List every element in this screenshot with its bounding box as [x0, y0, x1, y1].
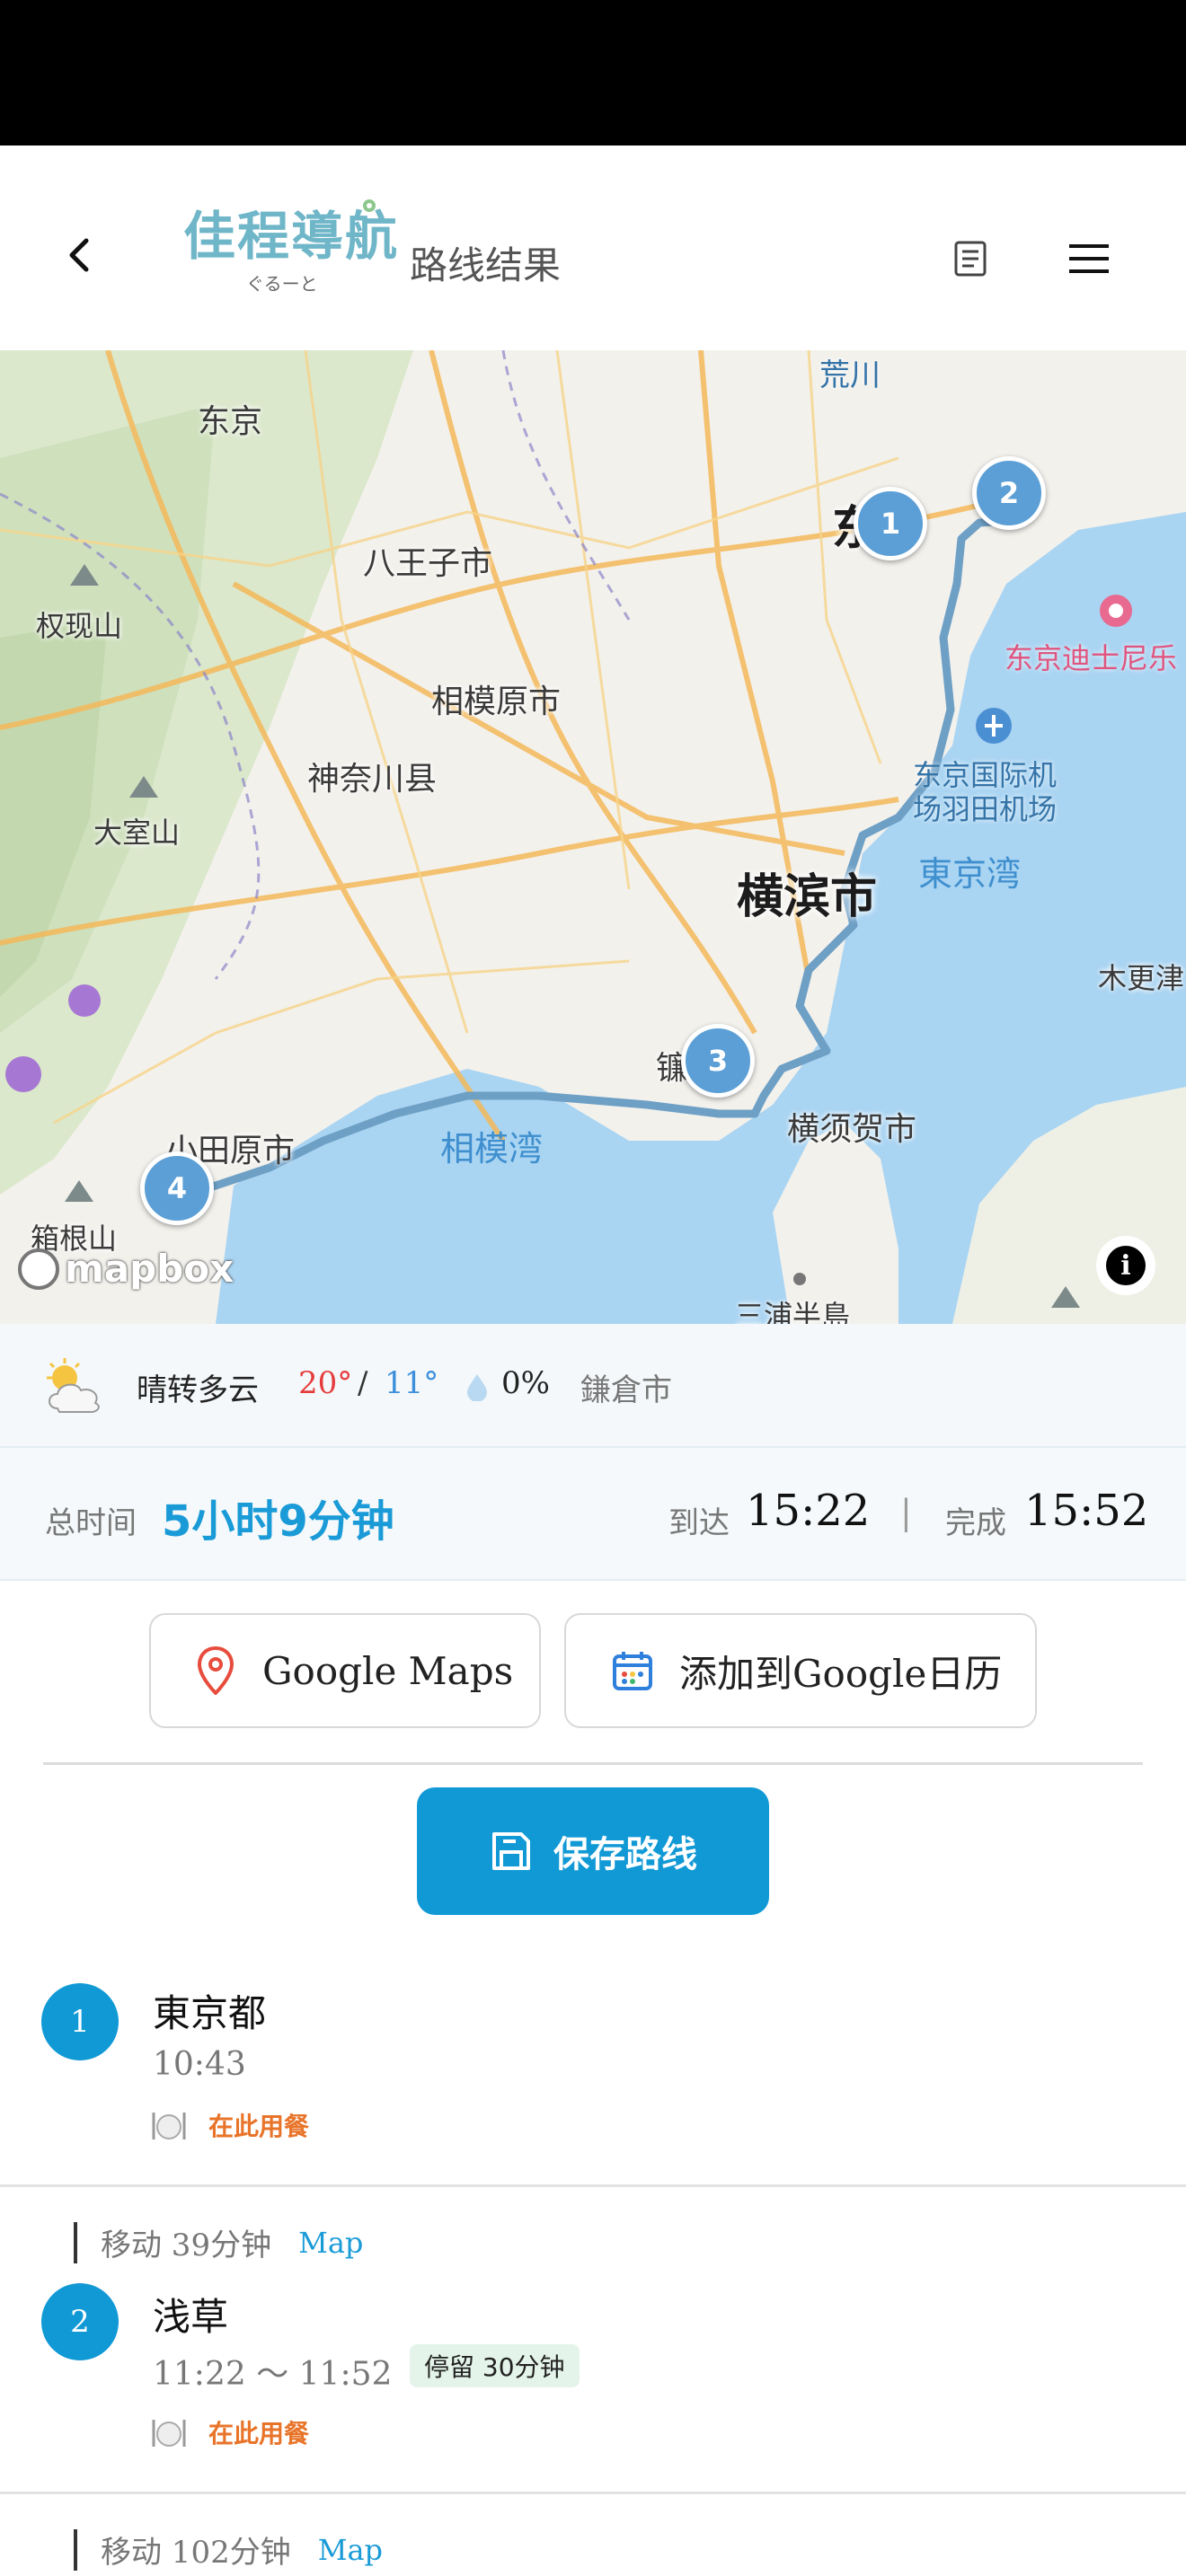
arrive-label: 到达	[668, 1505, 730, 1541]
stop-divider	[0, 2184, 1186, 2187]
weather-city: 鎌倉市	[580, 1372, 672, 1408]
raindrop-icon	[467, 1374, 487, 1401]
stop-number-badge: 1	[41, 1983, 119, 2060]
stay-duration-badge: 停留 30分钟	[410, 2344, 580, 2387]
route-summary: 总时间 5小时9分钟 到达 15:22 | 完成 15:52	[0, 1448, 1186, 1581]
temp-low: 11°	[385, 1365, 439, 1401]
google-maps-button[interactable]: Google Maps	[149, 1613, 541, 1728]
map-label-gongenyama: 权现山	[36, 609, 123, 643]
route-marker-4[interactable]: 4	[140, 1151, 214, 1225]
total-time-label: 总时间	[45, 1505, 137, 1541]
map-label-tokyo: 东京	[198, 403, 263, 440]
move-map-link[interactable]: Map	[318, 2533, 383, 2567]
map-pin-icon	[197, 1646, 235, 1695]
page-title: 路线结果	[410, 243, 562, 287]
map-label-yokosuka: 横须贺市	[787, 1111, 917, 1148]
save-route-button[interactable]: 保存路线	[417, 1787, 769, 1915]
arrive-time: 15:22	[746, 1486, 871, 1536]
move-segment: 移动 102分钟 Map	[74, 2527, 383, 2572]
info-icon: i	[1106, 1246, 1146, 1285]
map-label-tokyo-bay: 東京湾	[918, 854, 1022, 894]
partly-cloudy-icon	[47, 1358, 100, 1413]
meal-indicator[interactable]: 在此用餐	[151, 2107, 309, 2143]
rain-chance: 0%	[501, 1365, 550, 1401]
map-label-arakawa: 荒川	[819, 357, 881, 393]
mapbox-mark-icon	[18, 1248, 59, 1290]
done-label: 完成	[945, 1505, 1006, 1541]
hamburger-menu-icon[interactable]	[1067, 241, 1111, 277]
map-label-miura: 三浦半島	[735, 1299, 851, 1324]
move-bar	[74, 2528, 77, 2571]
map-label-sagamihara: 相模原市	[431, 684, 562, 720]
stop-name[interactable]: 浅草	[153, 2287, 228, 2342]
mapbox-logo[interactable]: mapbox	[18, 1247, 234, 1291]
temp-high: 20°	[298, 1365, 353, 1401]
status-bar	[0, 0, 1186, 146]
route-map[interactable]: 东京 八王子市 权现山 相模原市 神奈川县 大室山 横滨市 東京湾 东京国际机 …	[0, 350, 1186, 1324]
move-bar	[74, 2221, 77, 2263]
plate-cutlery-icon	[152, 2113, 186, 2139]
google-maps-label: Google Maps	[262, 1648, 514, 1693]
stop-divider	[0, 2492, 1186, 2494]
save-route-label: 保存路线	[553, 1834, 697, 1875]
weather-condition: 晴转多云	[137, 1372, 259, 1408]
add-calendar-label: 添加到Google日历	[679, 1651, 1003, 1696]
total-time-value: 5小时9分钟	[162, 1496, 394, 1547]
route-marker-2[interactable]: 2	[972, 456, 1046, 530]
temp-separator: /	[358, 1365, 368, 1401]
calendar-icon	[613, 1652, 652, 1690]
route-marker-3[interactable]: 3	[681, 1024, 755, 1098]
stop-number-badge: 2	[41, 2283, 119, 2360]
map-info-button[interactable]: i	[1096, 1236, 1155, 1295]
weather-bar: 晴转多云 20° / 11° 0% 鎌倉市	[0, 1324, 1186, 1449]
pin-icon	[363, 199, 376, 212]
map-label-haneda: 东京国际机 场羽田机场	[913, 758, 1058, 826]
meal-label: 在此用餐	[208, 2112, 310, 2141]
summary-divider: |	[900, 1493, 912, 1532]
logo-text: 佳程導航	[183, 206, 400, 267]
add-calendar-button[interactable]: 添加到Google日历	[564, 1613, 1037, 1728]
move-duration: 移动 39分钟	[101, 2228, 272, 2263]
document-icon[interactable]	[952, 239, 988, 278]
map-label-yokohama: 横滨市	[737, 870, 878, 924]
logo-subtitle: ぐるーと	[246, 273, 318, 295]
meal-indicator[interactable]: 在此用餐	[151, 2414, 309, 2450]
meal-label: 在此用餐	[208, 2419, 310, 2448]
move-duration: 移动 102分钟	[101, 2535, 291, 2571]
app-header: 佳程導航 ぐるーと 路线结果	[0, 146, 1186, 352]
map-label-sagami-bay: 相模湾	[440, 1129, 544, 1169]
move-map-link[interactable]: Map	[298, 2226, 363, 2260]
section-divider	[43, 1762, 1143, 1765]
route-marker-1[interactable]: 1	[854, 487, 927, 560]
save-icon	[492, 1832, 530, 1870]
move-segment: 移动 39分钟 Map	[74, 2220, 363, 2264]
mapbox-wordmark: mapbox	[65, 1247, 235, 1291]
chevron-left-icon[interactable]	[56, 230, 106, 280]
map-label-omuroyama: 大室山	[93, 816, 181, 850]
map-label-disney: 东京迪士尼乐	[1005, 641, 1178, 675]
stop-time: 10:43	[153, 2046, 246, 2083]
plate-cutlery-icon	[152, 2420, 186, 2447]
stop-time: 11:22 〜 11:52	[153, 2356, 393, 2393]
app-logo[interactable]: 佳程導航 ぐるーと	[183, 199, 400, 296]
map-label-hachioji: 八王子市	[363, 545, 493, 582]
done-time: 15:52	[1024, 1486, 1149, 1536]
map-label-kisarazu: 木更津	[1098, 961, 1185, 995]
map-label-kanagawa: 神奈川县	[307, 761, 438, 798]
stop-name[interactable]: 東京都	[153, 1983, 266, 2038]
